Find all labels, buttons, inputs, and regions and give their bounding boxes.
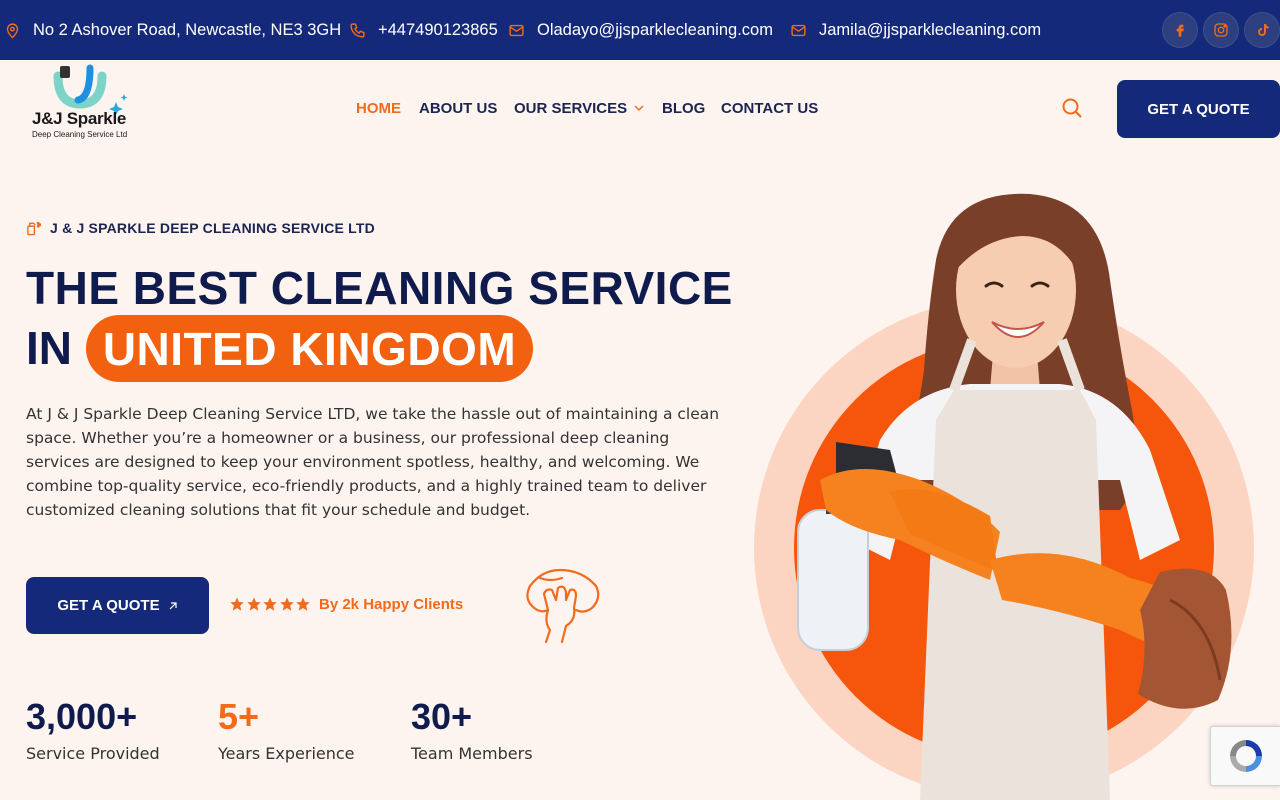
email2-item[interactable]: Jamila@jjsparklecleaning.com bbox=[790, 0, 1041, 60]
search-icon[interactable] bbox=[1060, 96, 1084, 120]
stat-value-services: 3,000+ bbox=[26, 696, 138, 737]
address-item: No 2 Ashover Road, Newcastle, NE3 3GH bbox=[4, 0, 341, 60]
logo-mark-icon bbox=[53, 64, 128, 114]
nav-blog[interactable]: BLOG bbox=[662, 90, 705, 126]
email1-item[interactable]: Oladayo@jjsparklecleaning.com bbox=[508, 0, 773, 60]
hero-title-line1: THE BEST CLEANING SERVICE bbox=[26, 262, 733, 314]
logo-name: J&J Sparkle bbox=[32, 109, 127, 128]
hero-cleaner-image bbox=[754, 193, 1254, 800]
recaptcha-icon bbox=[1229, 740, 1262, 772]
recaptcha-badge[interactable] bbox=[1210, 726, 1280, 786]
cleaning-cloth-hand-icon bbox=[526, 568, 600, 644]
star-icon bbox=[296, 597, 310, 611]
nav-contact-us[interactable]: CONTACT US bbox=[721, 90, 818, 126]
stat-label-services: Service Provided bbox=[26, 744, 160, 763]
email1-link[interactable]: Oladayo@jjsparklecleaning.com bbox=[537, 21, 773, 40]
location-pin-icon bbox=[6, 22, 19, 39]
spray-bottle-icon bbox=[27, 221, 41, 236]
rating-text: By 2k Happy Clients bbox=[319, 596, 464, 613]
facebook-button[interactable] bbox=[1162, 12, 1198, 48]
hero-tagline-text: J & J SPARKLE DEEP CLEANING SERVICE LTD bbox=[50, 220, 375, 236]
top-contact-bar: No 2 Ashover Road, Newcastle, NE3 3GH +4… bbox=[0, 0, 1280, 60]
star-icon bbox=[246, 597, 261, 611]
site-logo[interactable]: J&J Sparkle Deep Cleaning Service Ltd bbox=[28, 64, 138, 144]
chevron-down-icon bbox=[634, 105, 644, 112]
stat-label-years: Years Experience bbox=[218, 744, 355, 763]
hero-title-line2-prefix: IN bbox=[26, 322, 72, 374]
phone-link[interactable]: +447490123865 bbox=[378, 21, 498, 40]
stat-value-years: 5+ bbox=[218, 696, 260, 737]
rating-stars bbox=[229, 596, 312, 612]
arrow-up-right-icon bbox=[169, 601, 177, 609]
phone-icon bbox=[350, 22, 365, 38]
nav-our-services-label: OUR SERVICES bbox=[514, 99, 628, 117]
star-icon bbox=[279, 597, 294, 611]
logo-subtitle: Deep Cleaning Service Ltd bbox=[32, 130, 128, 139]
hero-description: At J & J Sparkle Deep Cleaning Service L… bbox=[26, 405, 720, 519]
nav-about-us[interactable]: ABOUT US bbox=[419, 90, 497, 126]
star-icon bbox=[230, 597, 244, 611]
stat-label-team: Team Members bbox=[411, 744, 533, 763]
phone-item[interactable]: +447490123865 bbox=[349, 0, 498, 60]
hero-get-quote-label: GET A QUOTE bbox=[57, 597, 160, 614]
instagram-button[interactable] bbox=[1203, 12, 1239, 48]
hero-get-quote-button[interactable]: GET A QUOTE bbox=[26, 577, 209, 634]
star-icon bbox=[263, 597, 277, 611]
email2-link[interactable]: Jamila@jjsparklecleaning.com bbox=[819, 21, 1041, 40]
instagram-icon bbox=[1214, 23, 1228, 37]
hero-title-highlight: UNITED KINGDOM bbox=[86, 315, 533, 382]
envelope-icon bbox=[509, 24, 524, 36]
facebook-icon bbox=[1176, 24, 1184, 37]
header-get-quote-button[interactable]: GET A QUOTE bbox=[1117, 80, 1280, 138]
hero-tagline: J & J SPARKLE DEEP CLEANING SERVICE LTD bbox=[26, 220, 375, 236]
nav-our-services[interactable]: OUR SERVICES bbox=[514, 90, 645, 126]
nav-home[interactable]: HOME bbox=[356, 90, 401, 126]
address-text: No 2 Ashover Road, Newcastle, NE3 3GH bbox=[33, 20, 342, 39]
stat-value-team: 30+ bbox=[411, 696, 473, 737]
tiktok-button[interactable] bbox=[1244, 12, 1280, 48]
envelope-icon bbox=[791, 24, 806, 36]
tiktok-icon bbox=[1258, 24, 1269, 36]
